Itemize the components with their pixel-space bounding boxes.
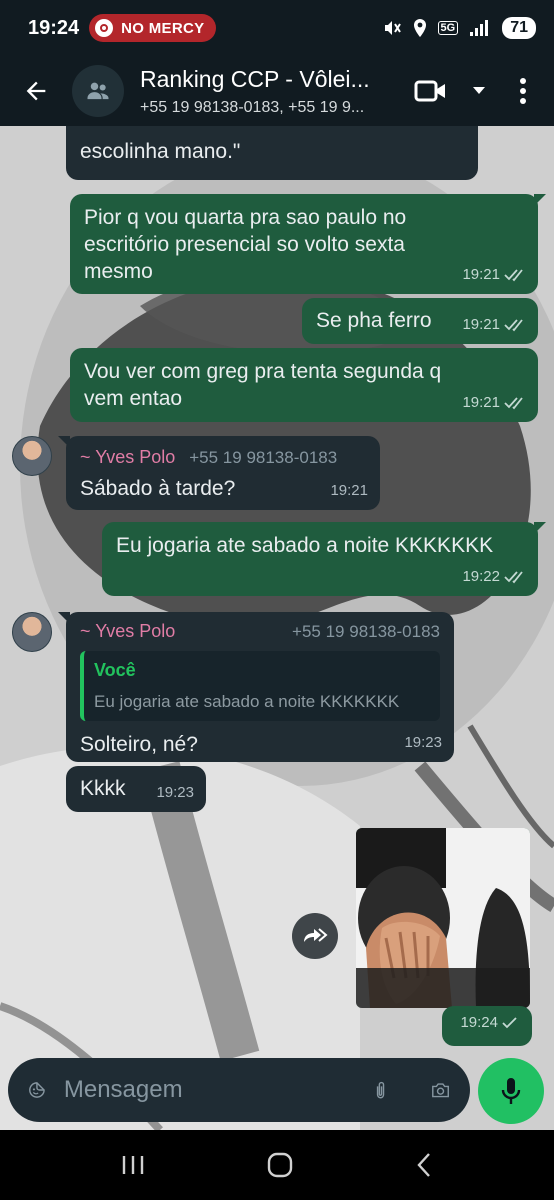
message-text: Kkkk bbox=[80, 777, 126, 800]
more-options-button[interactable] bbox=[492, 56, 554, 126]
microphone-icon bbox=[501, 1078, 521, 1104]
message-bubble-outgoing[interactable]: Vou ver com greg pra tenta segunda q vem… bbox=[70, 348, 538, 422]
status-icons: 5G 71 bbox=[382, 17, 536, 39]
message-meta: 19:21 bbox=[462, 389, 526, 416]
bubble-tail bbox=[534, 522, 546, 534]
message-meta: 19:23 bbox=[156, 779, 194, 806]
sender-avatar[interactable] bbox=[12, 436, 52, 476]
read-check-icon bbox=[504, 396, 523, 409]
message-bubble-incoming[interactable]: Kkkk 19:23 bbox=[66, 766, 206, 812]
sender-phone: +55 19 98138-0183 bbox=[292, 622, 440, 641]
shared-photo bbox=[356, 828, 530, 1008]
message-input[interactable] bbox=[63, 1076, 374, 1104]
location-icon bbox=[413, 19, 426, 37]
pill-label: NO MERCY bbox=[121, 19, 205, 37]
message-time: 19:21 bbox=[462, 394, 500, 411]
image-message[interactable] bbox=[356, 828, 530, 1008]
message-time: 19:22 bbox=[462, 568, 500, 585]
message-time: 19:23 bbox=[404, 734, 442, 751]
home-icon[interactable] bbox=[266, 1151, 294, 1179]
video-camera-icon bbox=[414, 80, 445, 102]
status-bar: 19:24 NO MERCY 5G 71 bbox=[0, 0, 554, 56]
composer bbox=[0, 1050, 554, 1130]
recent-apps-icon[interactable] bbox=[120, 1153, 146, 1177]
message-text: escolinha mano." bbox=[80, 140, 241, 163]
message-bubble-outgoing[interactable]: Eu jogaria ate sabado a noite KKKKKKK 19… bbox=[102, 522, 546, 596]
call-dropdown-button[interactable] bbox=[466, 56, 492, 126]
message-meta: 19:23 bbox=[404, 729, 442, 756]
sender-name[interactable]: ~ Yves Polo bbox=[80, 618, 175, 645]
message-bubble-incoming[interactable]: ~ Yves Polo +55 19 98138-0183 Sábado à t… bbox=[58, 436, 380, 510]
battery-indicator: 71 bbox=[502, 17, 536, 39]
camera-icon[interactable] bbox=[431, 1076, 450, 1104]
caret-down-icon bbox=[473, 87, 485, 94]
message-text: Se pha ferro bbox=[316, 309, 432, 332]
attach-paperclip-icon[interactable] bbox=[374, 1074, 387, 1106]
message-meta: 19:21 bbox=[462, 311, 526, 338]
forward-arrows-icon bbox=[304, 928, 328, 942]
quoted-text: Eu jogaria ate sabado a noite KKKKKKK bbox=[94, 692, 400, 711]
message-time: 19:24 bbox=[460, 1014, 498, 1031]
quoted-author: Você bbox=[94, 660, 136, 680]
message-bubble-outgoing[interactable]: Se pha ferro 19:21 bbox=[302, 298, 538, 344]
video-call-button[interactable] bbox=[396, 56, 466, 126]
chat-header: Ranking CCP - Vôlei... +55 19 98138-0183… bbox=[0, 56, 554, 126]
message-text: Sábado à tarde? bbox=[80, 477, 236, 500]
sender-avatar[interactable] bbox=[12, 612, 52, 652]
message-meta: 19:22 bbox=[462, 563, 526, 590]
chat-area[interactable]: escolinha mano." Pior q vou quarta pra s… bbox=[0, 126, 554, 1130]
chat-title: Ranking CCP - Vôlei... bbox=[140, 65, 370, 92]
message-time: 19:21 bbox=[462, 316, 500, 333]
message-meta: 19:21 bbox=[330, 477, 368, 504]
image-meta-bubble: 19:24 bbox=[442, 1006, 532, 1046]
message-text: Pior q vou quarta pra sao paulo no escri… bbox=[84, 206, 407, 283]
bubble-tail bbox=[534, 194, 546, 206]
message-text: Eu jogaria ate sabado a noite KKKKKKK bbox=[116, 534, 494, 557]
bubble-tail bbox=[58, 436, 70, 448]
bubble-tail bbox=[58, 612, 70, 624]
quoted-message[interactable]: Você Eu jogaria ate sabado a noite KKKKK… bbox=[80, 651, 440, 721]
more-vertical-icon bbox=[520, 78, 526, 104]
message-meta: 19:21 bbox=[462, 261, 526, 288]
sender-name[interactable]: ~ Yves Polo bbox=[80, 444, 175, 471]
message-bubble-incoming[interactable]: ~ Yves Polo +55 19 98138-0183 Você Eu jo… bbox=[58, 612, 454, 762]
recording-pill[interactable]: NO MERCY bbox=[89, 14, 217, 42]
system-nav-bar bbox=[0, 1130, 554, 1200]
message-bubble-outgoing[interactable]: Pior q vou quarta pra sao paulo no escri… bbox=[70, 194, 546, 294]
status-time: 19:24 bbox=[28, 16, 80, 39]
read-check-icon bbox=[504, 570, 523, 583]
arrow-left-icon bbox=[26, 81, 46, 101]
sent-check-icon bbox=[502, 1016, 517, 1028]
group-avatar[interactable] bbox=[72, 65, 124, 117]
sender-phone: +55 19 98138-0183 bbox=[189, 448, 338, 467]
message-text: Vou ver com greg pra tenta segunda q vem… bbox=[84, 360, 442, 410]
message-time: 19:21 bbox=[330, 482, 368, 499]
message-input-box bbox=[8, 1058, 470, 1122]
chat-info[interactable]: Ranking CCP - Vôlei... +55 19 98138-0183… bbox=[140, 66, 396, 117]
network-badge: 5G bbox=[437, 21, 459, 35]
group-icon bbox=[87, 82, 109, 100]
message-text: Solteiro, né? bbox=[80, 733, 198, 756]
message-bubble-incoming[interactable]: escolinha mano." bbox=[66, 126, 478, 180]
sticker-emoji-icon[interactable] bbox=[28, 1075, 46, 1105]
mute-icon bbox=[384, 21, 401, 35]
back-nav-icon[interactable] bbox=[414, 1152, 434, 1178]
voice-message-button[interactable] bbox=[478, 1058, 544, 1124]
record-icon bbox=[95, 19, 114, 37]
chat-participants: +55 19 98138-0183, +55 19 9... bbox=[140, 98, 365, 116]
read-check-icon bbox=[504, 268, 523, 281]
signal-icon bbox=[470, 20, 489, 36]
message-time: 19:21 bbox=[462, 266, 500, 283]
forward-button[interactable] bbox=[292, 913, 338, 959]
read-check-icon bbox=[504, 318, 523, 331]
message-meta: 19:24 bbox=[460, 1009, 518, 1036]
back-button[interactable] bbox=[0, 56, 72, 126]
message-time: 19:23 bbox=[156, 784, 194, 801]
